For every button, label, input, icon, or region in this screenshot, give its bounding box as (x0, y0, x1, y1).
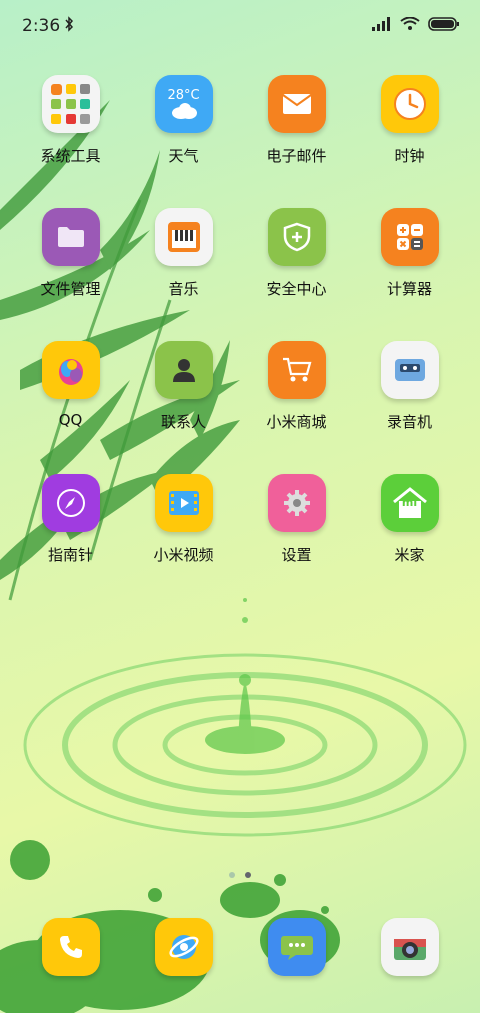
folder-icon (41, 208, 100, 266)
compass-icon (41, 474, 100, 532)
app-recorder[interactable]: 录音机 (353, 341, 466, 432)
system-tools-folder-icon (41, 75, 100, 133)
app-label: 录音机 (386, 413, 432, 431)
contacts-person-icon (154, 341, 213, 399)
status-time: 2:36 (22, 16, 61, 36)
app-contacts[interactable]: 联系人 (127, 341, 240, 432)
camera-icon (380, 918, 439, 976)
cassette-icon (380, 341, 439, 399)
app-mi-home[interactable]: mi 米家 (353, 474, 466, 565)
app-qq[interactable]: QQ (14, 341, 127, 429)
messages-icon (267, 918, 326, 976)
mi-home-icon: mi (380, 474, 439, 532)
dock-messages[interactable] (240, 918, 353, 976)
app-label: 音乐 (168, 280, 199, 298)
browser-icon (154, 918, 213, 976)
status-bar: 2:36 (0, 0, 480, 52)
app-system-tools[interactable]: 系统工具 (14, 75, 127, 166)
clock-icon (380, 75, 439, 133)
app-label: 计算器 (386, 280, 432, 298)
app-label: 天气 (168, 147, 199, 165)
app-file-manager[interactable]: 文件管理 (14, 208, 127, 299)
app-mi-store[interactable]: 小米商城 (240, 341, 353, 432)
app-label: 小米商城 (266, 413, 327, 431)
phone-icon (41, 918, 100, 976)
music-keyboard-icon (154, 208, 213, 266)
qq-icon (41, 341, 100, 399)
mi-home-badge: mi (401, 496, 418, 509)
page-indicator (0, 872, 480, 878)
calculator-icon (380, 208, 439, 266)
app-weather[interactable]: 28°C 天气 (127, 75, 240, 166)
app-label: 联系人 (160, 413, 206, 431)
app-label: 指南针 (47, 546, 93, 564)
app-label: 文件管理 (40, 280, 101, 298)
app-settings[interactable]: 设置 (240, 474, 353, 565)
app-label: 系统工具 (40, 147, 101, 165)
page-dot-active (245, 872, 251, 878)
app-mi-video[interactable]: 小米视频 (127, 474, 240, 565)
app-label: QQ (58, 411, 83, 429)
app-email[interactable]: 电子邮件 (240, 75, 353, 166)
app-label: 小米视频 (153, 546, 214, 564)
weather-icon: 28°C (154, 75, 213, 133)
dock-browser[interactable] (127, 918, 240, 976)
app-clock[interactable]: 时钟 (353, 75, 466, 166)
gear-icon (267, 474, 326, 532)
shield-icon (267, 208, 326, 266)
signal-icon (372, 16, 392, 35)
dock-camera[interactable] (353, 918, 466, 976)
weather-temp: 28°C (167, 87, 200, 103)
app-security-center[interactable]: 安全中心 (240, 208, 353, 299)
dock-phone[interactable] (14, 918, 127, 976)
app-calculator[interactable]: 计算器 (353, 208, 466, 299)
wifi-icon (400, 16, 420, 35)
app-music[interactable]: 音乐 (127, 208, 240, 299)
app-label: 时钟 (394, 147, 425, 165)
app-label: 安全中心 (266, 280, 327, 298)
video-play-icon (154, 474, 213, 532)
mail-icon (267, 75, 326, 133)
app-label: 电子邮件 (266, 147, 327, 165)
page-dot (229, 872, 235, 878)
app-label: 米家 (394, 546, 425, 564)
bluetooth-icon (64, 16, 74, 36)
battery-icon (428, 16, 460, 35)
shopping-cart-icon (267, 341, 326, 399)
app-label: 设置 (281, 546, 312, 564)
app-compass[interactable]: 指南针 (14, 474, 127, 565)
